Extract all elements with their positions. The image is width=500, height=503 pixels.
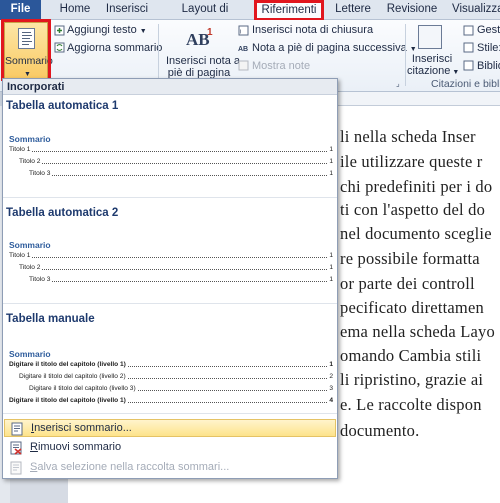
svg-text:i: i [240,30,241,36]
save-selection-label: Salva selezione nella raccolta sommari..… [30,461,230,473]
save-selection-menu-item[interactable]: Salva selezione nella raccolta sommari..… [4,459,336,477]
toc-gallery-auto-2[interactable]: Sommario Titolo 11 Titolo 21 Titolo 31 [9,240,333,310]
add-text-button[interactable]: Aggiungi testo ▼ [67,24,147,36]
bibliography-button[interactable]: Biblio [477,60,500,72]
next-footnote-icon: AB [238,46,248,53]
toc-preview-row: Digitare il titolo del capitolo (livello… [19,373,333,380]
chevron-down-icon: ▼ [409,46,417,53]
tab-view[interactable]: Visualizza [452,0,500,20]
manage-sources-icon [463,25,474,36]
toc-preview-row: Digitare il titolo del capitolo (livello… [29,385,333,392]
insert-citation-button[interactable]: Inserisci citazione ▼ [407,53,460,77]
citations-group-label: Citazioni e bibli [431,78,500,90]
document-text-line[interactable]: nel documento sceglie [340,224,492,244]
toc-preview-row: Titolo 31 [29,170,333,177]
update-toc-button[interactable]: Aggiorna sommario [67,42,162,54]
gallery-title-manual: Tabella manuale [6,313,95,325]
gallery-title-auto-2: Tabella automatica 2 [6,207,119,219]
document-icon [11,422,23,436]
toc-preview-row: Titolo 11 [9,252,333,259]
document-text-line[interactable]: ti con l'aspetto del do [340,200,485,220]
toc-gallery-auto-1[interactable]: Sommario Titolo 11 Titolo 21 Titolo 31 [9,134,333,204]
document-text-line[interactable]: ema nella scheda Layo [340,322,495,342]
show-notes-icon [238,60,249,71]
remove-toc-label: Rimuovi sommario [30,441,122,453]
add-text-label: Aggiungi testo [67,24,137,36]
next-footnote-label: Nota a piè di pagina successiva [252,42,407,54]
insert-footnote-label-1: Inserisci nota a [166,55,240,67]
toc-dropdown-menu: Incorporati Tabella automatica 1 Sommari… [2,78,338,479]
tab-home[interactable]: Home [53,0,97,20]
add-text-icon [54,25,65,36]
ribbon-tab-row: File Home Inserisci Layout di pagina Rif… [0,0,500,34]
toc-preview-row: Digitare il titolo del capitolo (livello… [9,397,333,404]
toc-preview-heading: Sommario [9,349,51,359]
insert-citation-label-2: citazione ▼ [407,65,460,77]
toc-button-highlight-box [1,19,51,81]
show-notes-button[interactable]: Mostra note [252,60,310,72]
insert-toc-menu-item[interactable]: Inserisci sommario... [4,419,336,437]
document-text-line[interactable]: documento. [340,421,419,441]
insert-toc-label: Inserisci sommario... [31,422,132,434]
toc-preview-heading: Sommario [9,134,51,144]
references-tab-highlight-box [254,0,324,21]
tab-mailings[interactable]: Lettere [333,0,373,20]
tab-file[interactable]: File [0,0,41,20]
manage-sources-button[interactable]: Gesti [477,24,500,36]
document-text-line[interactable]: li nella scheda Inser [340,127,476,147]
gallery-divider [3,413,337,414]
dialog-launcher-icon[interactable]: ⌟ [396,79,400,88]
tab-page-layout[interactable]: Layout di pagina [164,0,246,34]
document-text-line[interactable]: re possibile formatta [340,249,480,269]
toc-preview-row: Titolo 31 [29,276,333,283]
toc-preview-row: Titolo 21 [19,264,333,271]
footnote-superscript: 1 [207,27,213,38]
document-text-line[interactable]: omando Cambia stili [340,346,481,366]
gallery-divider [3,197,337,198]
style-dropdown[interactable]: Stile: [477,42,500,54]
toc-preview-row: Digitare il titolo del capitolo (livello… [9,361,333,368]
insert-footnote-button[interactable]: Inserisci nota a piè di pagina [166,55,240,79]
remove-document-icon [10,441,22,455]
chevron-down-icon: ▼ [139,28,147,35]
gallery-title-auto-1: Tabella automatica 1 [6,100,119,112]
toc-preview-row: Titolo 11 [9,146,333,153]
document-text-line[interactable]: ile utilizzare queste r [340,152,483,172]
document-text-line[interactable]: or parte dei controll [340,274,475,294]
style-icon [463,42,474,53]
svg-text:AB: AB [238,46,248,53]
toc-preview-row: Titolo 21 [19,158,333,165]
remove-toc-menu-item[interactable]: Rimuovi sommario [4,439,336,457]
ribbon-separator [405,24,406,86]
refresh-icon [54,42,65,53]
toc-gallery-manual[interactable]: Sommario Digitare il titolo del capitolo… [9,349,333,409]
insert-citation-label-1: Inserisci [411,53,453,65]
insert-citation-icon [418,25,442,49]
endnote-icon: i [238,25,249,36]
next-footnote-button[interactable]: Nota a piè di pagina successiva ▼ [252,42,417,54]
bibliography-icon [463,60,474,71]
insert-endnote-button[interactable]: Inserisci nota di chiusura [252,24,373,36]
tab-insert[interactable]: Inserisci [104,0,150,20]
toc-preview-heading: Sommario [9,240,51,250]
save-to-gallery-icon [10,461,22,475]
ribbon-separator [158,24,159,86]
builtin-section-header: Incorporati [3,79,337,95]
document-text-line[interactable]: pecificato direttamen [340,298,484,318]
document-text-line[interactable]: e. Le raccolte dispon [340,395,482,415]
document-text-line[interactable]: chi predefiniti per i do [340,177,492,197]
gallery-divider [3,303,337,304]
tab-review[interactable]: Revisione [386,0,438,20]
document-text-line[interactable]: li ripristino, grazie ai [340,370,483,390]
